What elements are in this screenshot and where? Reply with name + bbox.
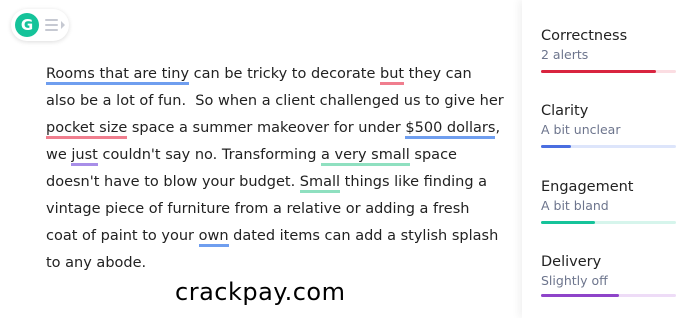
document-line: pocket size space a summer makeover for … [46,115,506,142]
text-segment: to any abode. [46,255,147,271]
document-line: coat of paint to your own dated items ca… [46,223,506,250]
suggestion-underline-red[interactable]: but [379,66,405,85]
correctness-progress-bar [541,70,676,73]
text-segment: vintage piece of furniture from a relati… [46,201,470,217]
text-segment: things like finding a [340,174,488,190]
clarity-progress-fill [541,145,571,148]
document-line: to any abode. [46,250,506,277]
grammarly-widget[interactable]: G [11,9,69,41]
text-segment: couldn't say no. Transforming [97,147,322,163]
assistant-sidebar: Correctness 2 alerts Clarity A bit uncle… [522,0,700,318]
text-segment: space [409,147,457,163]
suggestion-underline-blue[interactable]: Rooms that are tiny [46,66,190,85]
engagement-subtitle: A bit bland [541,198,609,213]
delivery-subtitle: Slightly off [541,273,608,288]
suggestion-underline-green[interactable]: Small [299,174,341,193]
text-segment: , [495,120,501,136]
delivery-progress-fill [541,294,620,297]
correctness-title: Correctness [541,28,628,44]
delivery-title: Delivery [541,254,602,270]
text-segment: they can [404,66,472,82]
text-segment: coat of paint to your [46,228,199,244]
text-segment: also be a lot of fun. So when a client c… [46,93,504,109]
menu-icon[interactable] [45,19,58,31]
delivery-progress-bar [541,294,676,297]
clarity-title: Clarity [541,103,589,119]
suggestion-underline-red[interactable]: pocket size [46,120,128,139]
clarity-card[interactable]: Clarity A bit unclear [541,102,676,148]
delivery-card[interactable]: Delivery Slightly off [541,253,676,297]
expand-arrow-icon[interactable] [61,21,65,29]
document-line: vintage piece of furniture from a relati… [46,196,506,223]
suggestion-underline-green[interactable]: a very small [321,147,410,166]
watermark-text: crackpay.com [175,278,346,306]
clarity-progress-bar [541,145,676,148]
suggestion-underline-blue[interactable]: $500 dollars [405,120,496,139]
document-line: also be a lot of fun. So when a client c… [46,88,506,115]
correctness-subtitle: 2 alerts [541,47,589,62]
grammarly-logo-icon[interactable]: G [15,13,39,37]
text-segment: can be tricky to decorate [189,66,380,82]
text-segment: we [46,147,72,163]
document-line: Rooms that are tiny can be tricky to dec… [46,61,506,88]
text-segment: dated items can add a stylish splash [228,228,499,244]
text-segment: doesn't have to blow your budget. [46,174,300,190]
engagement-progress-bar [541,221,676,224]
engagement-title: Engagement [541,179,634,195]
clarity-subtitle: A bit unclear [541,122,621,137]
document-line: doesn't have to blow your budget. Small … [46,169,506,196]
suggestion-underline-purple[interactable]: just [71,147,98,166]
correctness-progress-fill [541,70,656,73]
text-segment: space a summer makeover for under [127,120,406,136]
engagement-card[interactable]: Engagement A bit bland [541,178,676,224]
suggestion-underline-blue[interactable]: own [198,228,229,247]
correctness-card[interactable]: Correctness 2 alerts [541,27,676,73]
document-text[interactable]: Rooms that are tiny can be tricky to dec… [46,61,506,277]
document-line: we just couldn't say no. Transforming a … [46,142,506,169]
document-editor[interactable]: G Rooms that are tiny can be tricky to d… [0,0,520,318]
engagement-progress-fill [541,221,595,224]
